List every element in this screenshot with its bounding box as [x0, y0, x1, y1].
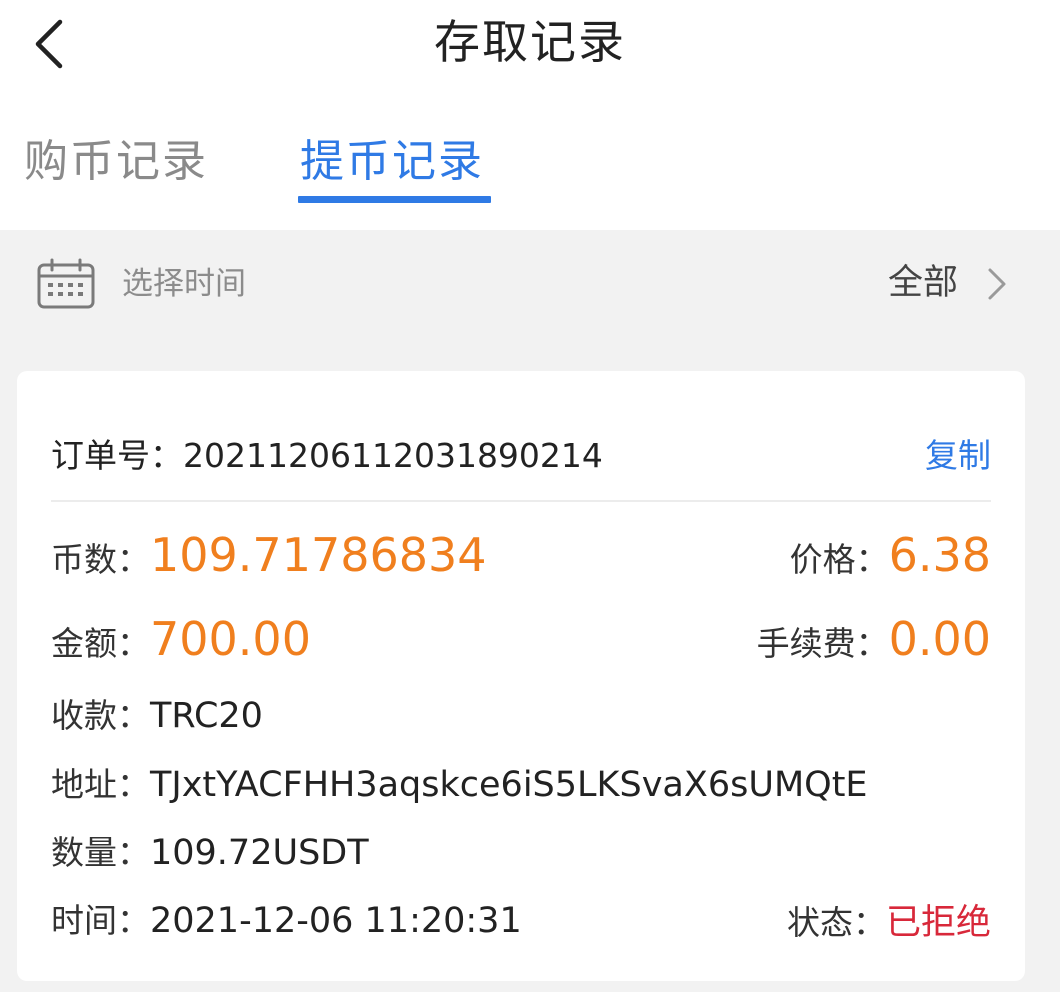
price-label: 价格： [789, 540, 889, 579]
amount-value: 700.00 [150, 612, 311, 666]
active-tab-indicator [298, 196, 491, 203]
time-value: 2021-12-06 11:20:31 [150, 901, 522, 941]
tab-withdraw-records[interactable]: 提币记录 [300, 132, 484, 192]
calendar-icon[interactable] [36, 258, 96, 310]
order-number-label: 订单号： [51, 436, 183, 475]
coins-label: 币数： [51, 540, 150, 579]
fee-value: 0.00 [888, 612, 991, 666]
chevron-right-icon[interactable] [986, 266, 1008, 302]
status-badge: 已拒绝 [885, 903, 991, 943]
receive-value: TRC20 [150, 696, 263, 736]
receive-row: 收款： TRC20 [51, 689, 991, 749]
quantity-row: 数量： 109.72USDT [51, 826, 991, 886]
quantity-value: 109.72USDT [150, 833, 369, 873]
filter-bar: 选择时间 全部 [0, 230, 1060, 340]
status-filter-value[interactable]: 全部 [888, 260, 958, 306]
fee-label: 手续费： [756, 624, 889, 663]
record-card: 订单号：20211206112031890214 复制 币数： 109.7178… [17, 371, 1025, 981]
tab-buy-records[interactable]: 购币记录 [24, 132, 208, 192]
time-label: 时间： [51, 901, 150, 940]
amount-fee-row: 金额： 700.00 手续费： 0.00 [51, 612, 991, 672]
order-number-value: 20211206112031890214 [183, 436, 603, 475]
coins-value: 109.71786834 [150, 528, 487, 582]
address-row: 地址： TJxtYACFHH3aqskce6iS5LKSvaX6sUMQtE [51, 758, 991, 818]
address-label: 地址： [51, 765, 150, 804]
order-number-row: 订单号：20211206112031890214 复制 [51, 431, 991, 481]
select-time-button[interactable]: 选择时间 [122, 264, 246, 304]
copy-button[interactable]: 复制 [925, 431, 991, 481]
price-value: 6.38 [888, 528, 991, 582]
time-status-row: 时间： 2021-12-06 11:20:31 状态： 已拒绝 [51, 894, 991, 954]
divider [51, 500, 991, 502]
top-bar: 存取记录 购币记录 提币记录 [0, 0, 1060, 230]
quantity-label: 数量： [51, 833, 150, 872]
amount-label: 金额： [51, 624, 150, 663]
receive-label: 收款： [51, 696, 150, 735]
address-value: TJxtYACFHH3aqskce6iS5LKSvaX6sUMQtE [150, 765, 868, 805]
status-label: 状态： [786, 903, 886, 942]
page-title: 存取记录 [434, 15, 626, 69]
coins-price-row: 币数： 109.71786834 价格： 6.38 [51, 528, 991, 588]
